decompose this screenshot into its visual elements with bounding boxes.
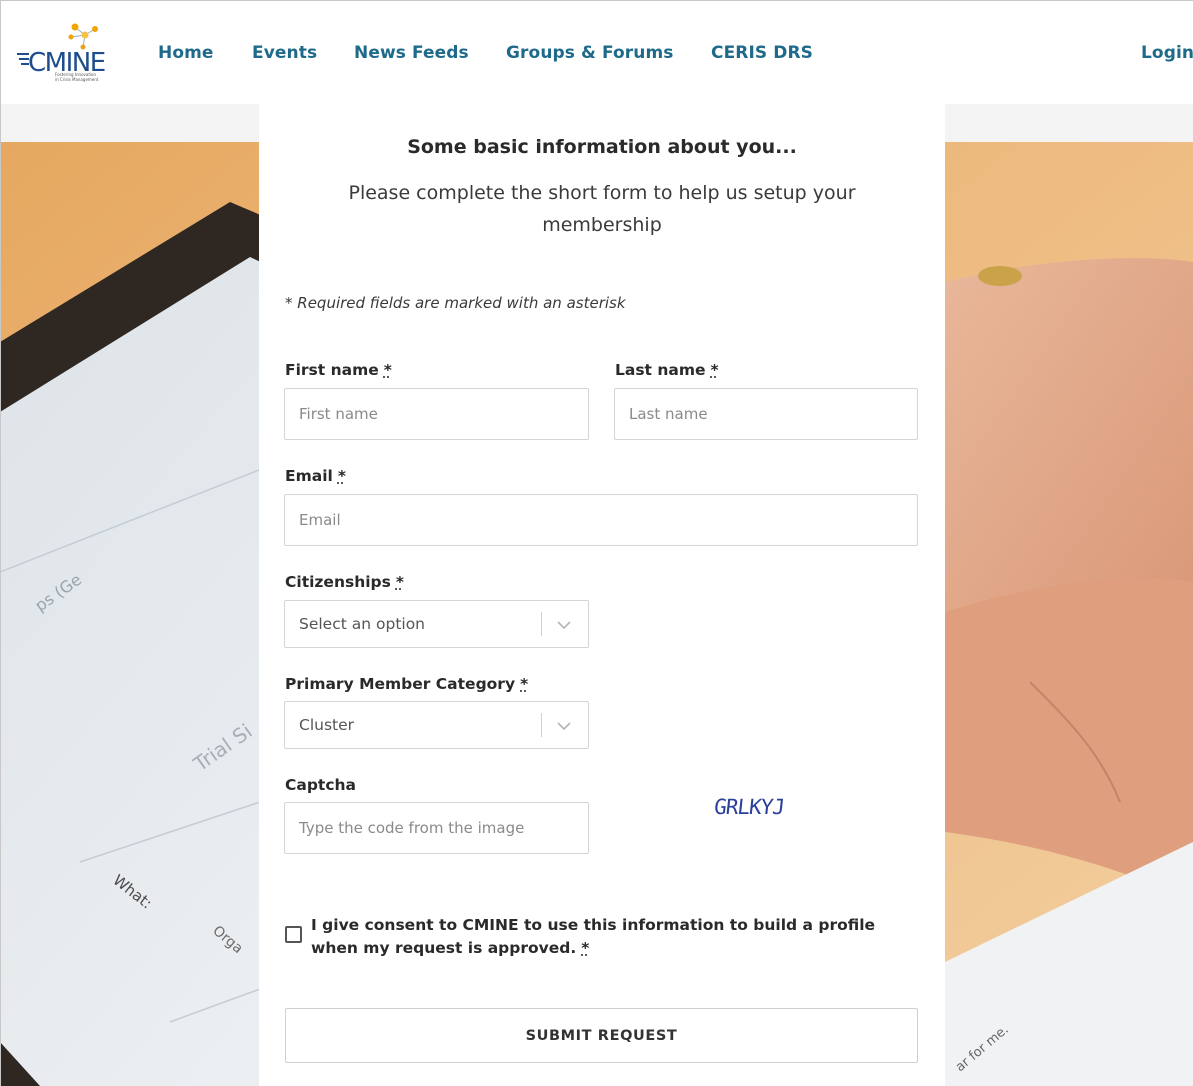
nav-login[interactable]: Login [1141,43,1193,63]
last-name-label: Last name * [615,361,719,379]
select-separator [541,612,542,636]
email-label-text: Email [285,467,333,485]
consent-label: I give consent to CMINE to use this info… [311,914,921,960]
member-category-selected-value: Cluster [299,716,355,734]
captcha-image: GRLKYJ [713,790,824,824]
required-marker: * [383,361,392,379]
first-name-input[interactable] [284,388,589,440]
required-marker: * [710,361,719,379]
nav-groups-forums[interactable]: Groups & Forums [506,43,674,63]
chevron-down-icon[interactable] [553,615,575,635]
last-name-label-text: Last name [615,361,706,379]
nav-home[interactable]: Home [158,43,214,63]
select-separator [541,713,542,737]
first-name-label: First name * [285,361,392,379]
required-fields-note: * Required fields are marked with an ast… [285,294,626,312]
form-heading: Some basic information about you... [407,136,797,158]
member-category-label: Primary Member Category * [285,675,528,693]
nav-ceris-drs[interactable]: CERIS DRS [711,43,813,63]
email-input[interactable] [284,494,918,546]
last-name-input[interactable] [614,388,918,440]
citizenships-select[interactable]: Select an option [284,600,589,648]
form-subheading: Please complete the short form to help u… [348,182,856,236]
required-marker: * [520,675,529,693]
consent-text: I give consent to CMINE to use this info… [311,916,876,957]
required-marker: * [395,573,404,591]
captcha-code: GRLKYJ [714,794,785,819]
required-marker: * [337,467,346,485]
chevron-down-icon[interactable] [553,716,575,736]
first-name-label-text: First name [285,361,379,379]
logo-tagline-2: in Crisis Management [55,77,99,82]
submit-request-button[interactable]: SUBMIT REQUEST [285,1008,918,1063]
cmine-logo[interactable]: CMINE Fostering Innovation in Crisis Man… [15,21,105,83]
nav-news-feeds[interactable]: News Feeds [354,43,469,63]
citizenships-selected-value: Select an option [299,615,426,633]
required-marker: * [581,939,590,957]
window-border [0,0,1,1086]
consent-checkbox[interactable] [285,926,302,943]
membership-form-panel: Some basic information about you... Plea… [259,104,945,1086]
nav-events[interactable]: Events [252,43,317,63]
member-category-select[interactable]: Cluster [284,701,589,749]
top-navigation: CMINE Fostering Innovation in Crisis Man… [0,0,1193,104]
member-category-label-text: Primary Member Category [285,675,516,693]
citizenships-label-text: Citizenships [285,573,391,591]
captcha-label: Captcha [285,776,357,794]
email-label: Email * [285,467,346,485]
citizenships-label: Citizenships * [285,573,404,591]
captcha-input[interactable] [284,802,589,854]
